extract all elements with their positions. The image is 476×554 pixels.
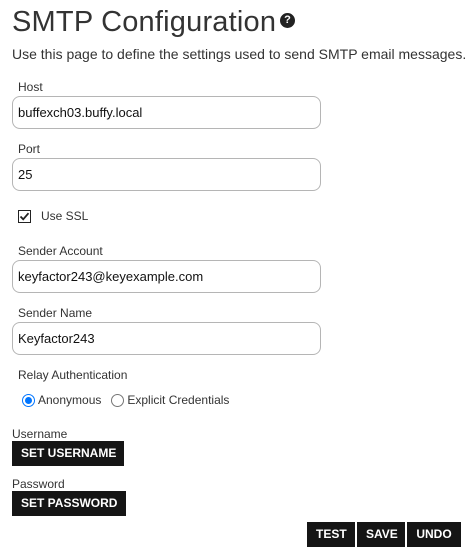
set-username-button[interactable]: SET USERNAME [12, 441, 124, 466]
radio-anonymous[interactable] [22, 393, 35, 407]
username-label: Username [12, 427, 68, 441]
use-ssl-row: Use SSL [18, 208, 88, 224]
port-label: Port [18, 142, 41, 156]
page-subtitle: Use this page to define the settings use… [12, 46, 467, 62]
sender-account-label: Sender Account [18, 244, 103, 258]
relay-authentication-label: Relay Authentication [18, 368, 128, 382]
use-ssl-checkbox[interactable] [18, 209, 31, 223]
page-title: SMTP Configuration [12, 6, 277, 38]
test-button[interactable]: TEST [307, 522, 355, 547]
checkbox-checked-icon [18, 209, 31, 223]
set-password-button[interactable]: SET PASSWORD [12, 491, 126, 516]
radio-explicit-credentials-label: Explicit Credentials [127, 393, 230, 407]
save-button[interactable]: SAVE [357, 522, 405, 547]
password-label: Password [12, 477, 65, 491]
host-label: Host [18, 80, 43, 94]
undo-button[interactable]: UNDO [407, 522, 461, 547]
sender-account-input[interactable] [12, 260, 321, 293]
sender-name-label: Sender Name [18, 306, 93, 320]
use-ssl-label: Use SSL [41, 209, 89, 223]
port-input[interactable] [12, 158, 321, 191]
radio-explicit-credentials[interactable] [111, 393, 125, 407]
relay-authentication-options: Anonymous Explicit Credentials [22, 392, 229, 408]
sender-name-input[interactable] [12, 322, 321, 355]
help-icon[interactable]: ? [280, 13, 295, 28]
host-input[interactable] [12, 96, 321, 129]
radio-anonymous-label: Anonymous [38, 393, 102, 407]
